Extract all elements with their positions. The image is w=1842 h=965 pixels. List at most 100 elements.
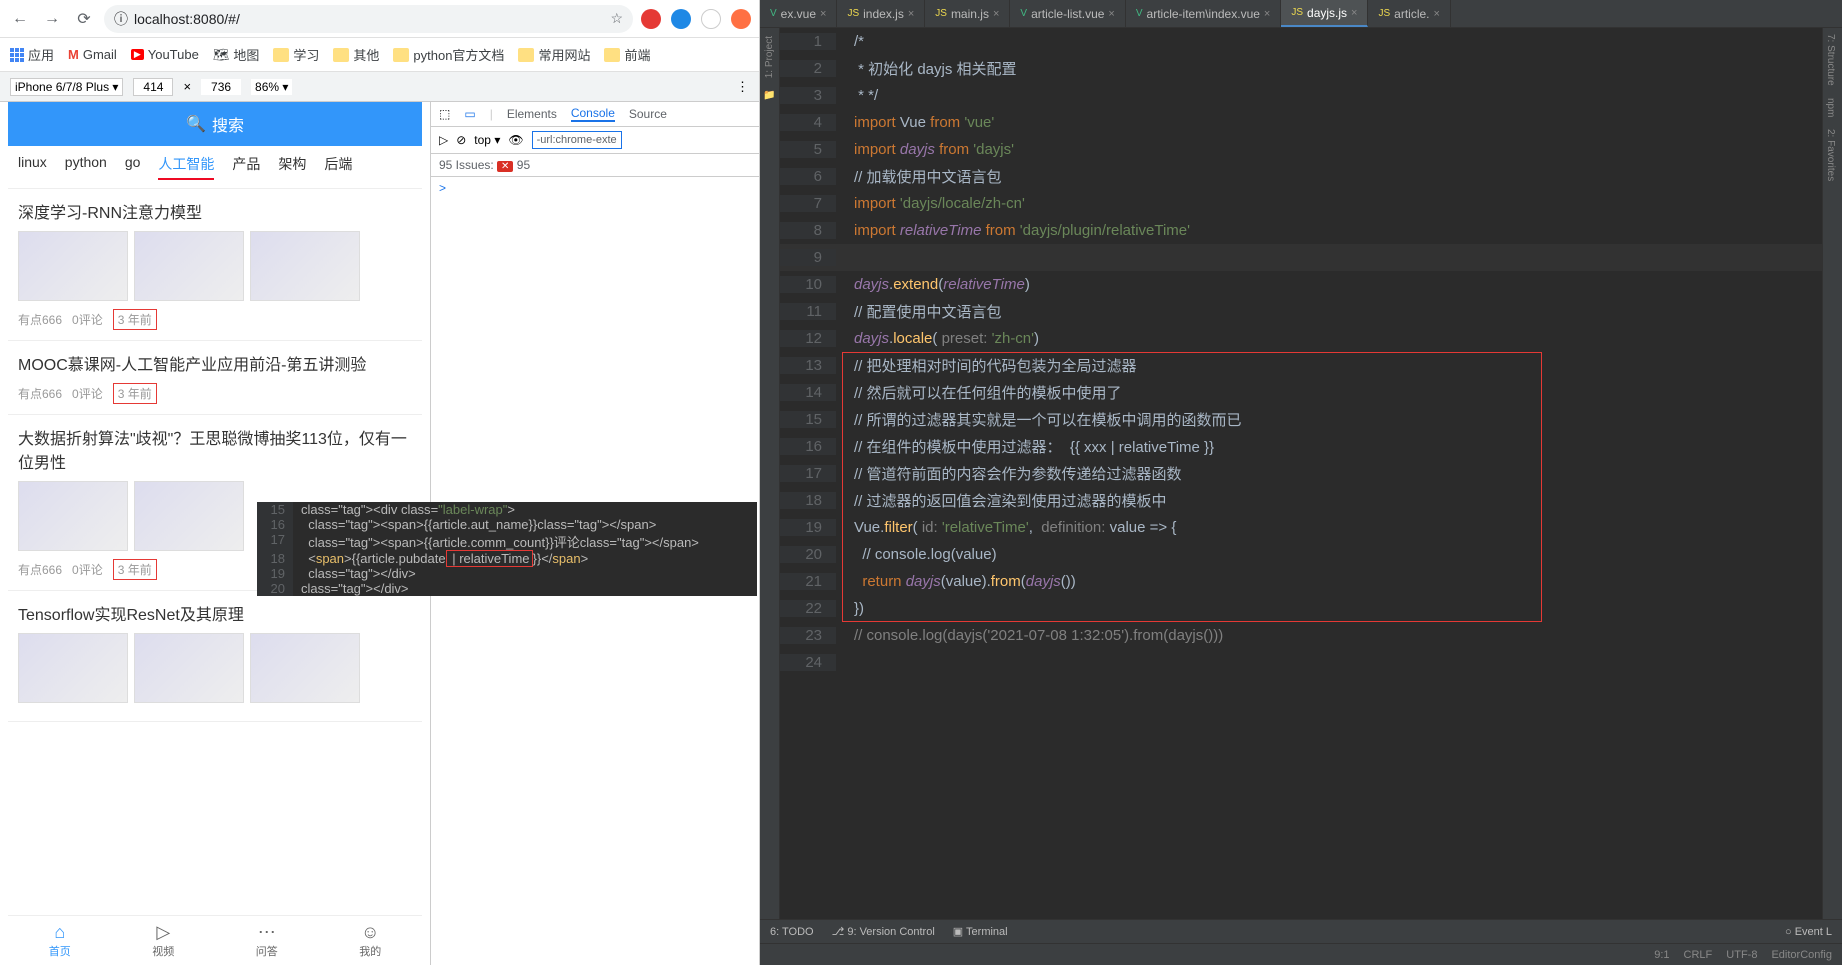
bookmark-5[interactable]: 其他 — [333, 45, 379, 64]
article-item[interactable]: 深度学习-RNN注意力模型有点6660评论3 年前 — [8, 189, 422, 341]
bookmark-1[interactable]: MGmail — [68, 47, 117, 62]
tab-sources[interactable]: Source — [629, 107, 667, 121]
editorconfig[interactable]: EditorConfig — [1771, 949, 1832, 961]
rail-npm[interactable]: npm — [1823, 92, 1838, 123]
thumb-image — [250, 633, 360, 703]
ide-tab-article-list.vue[interactable]: Varticle-list.vue× — [1010, 0, 1125, 27]
tab-linux[interactable]: linux — [18, 154, 47, 180]
search-icon: 🔍 — [186, 114, 206, 134]
tab-python[interactable]: python — [65, 154, 107, 180]
tool-vc[interactable]: ⎇ 9: Version Control — [832, 925, 935, 938]
tool-eventlog[interactable]: ○ Event L — [1785, 926, 1832, 938]
rail-folder-icon[interactable]: 📁 — [763, 86, 775, 105]
article-item[interactable]: Tensorflow实现ResNet及其原理 — [8, 591, 422, 722]
nav-首页[interactable]: ⌂首页 — [8, 916, 112, 965]
eye-icon[interactable]: 👁 — [508, 133, 523, 147]
devtools-tabs: ⬚ ▭ | Elements Console Source — [431, 102, 759, 127]
ide-tab-article.[interactable]: JSarticle.× — [1368, 0, 1450, 27]
ide-tab-ex.vue[interactable]: Vex.vue× — [760, 0, 837, 27]
tab-架构[interactable]: 架构 — [278, 154, 306, 180]
close-icon[interactable]: × — [1434, 8, 1440, 20]
thumb-image — [18, 633, 128, 703]
bookmark-0[interactable]: 应用 — [10, 45, 54, 64]
encoding[interactable]: UTF-8 — [1726, 949, 1757, 961]
filter-input[interactable]: -url:chrome-exte — [532, 131, 622, 149]
dim-width[interactable]: 414 — [133, 78, 173, 96]
nav-问答[interactable]: ⋯问答 — [215, 916, 319, 965]
bookmark-8[interactable]: 前端 — [604, 45, 650, 64]
scope-select[interactable]: top ▾ — [474, 133, 500, 147]
back-button[interactable]: ← — [8, 7, 32, 31]
bookmark-7[interactable]: 常用网站 — [518, 45, 590, 64]
bookmark-4[interactable]: 学习 — [273, 45, 319, 64]
tool-terminal[interactable]: ▣ Terminal — [953, 925, 1008, 938]
ide-editor-tabs: Vex.vue×JSindex.js×JSmain.js×Varticle-li… — [760, 0, 1842, 28]
ext-icon-4[interactable] — [731, 9, 751, 29]
zoom-select[interactable]: 86% ▾ — [251, 79, 292, 95]
thumb-image — [134, 633, 244, 703]
ext-icon-2[interactable] — [671, 9, 691, 29]
article-item[interactable]: MOOC慕课网-人工智能产业应用前沿-第五讲测验有点6660评论3 年前 — [8, 341, 422, 415]
article-meta: 有点6660评论3 年前 — [18, 383, 412, 404]
rail-structure[interactable]: 7: Structure — [1823, 28, 1838, 92]
reload-button[interactable]: ⟳ — [72, 7, 96, 31]
star-icon[interactable]: ☆ — [610, 10, 623, 27]
dim-height: 736 — [201, 79, 241, 95]
tab-后端[interactable]: 后端 — [324, 154, 352, 180]
rail-project[interactable]: 1: Project — [764, 32, 775, 82]
code-editor[interactable]: 1/*2 * 初始化 dayjs 相关配置3 * */4import Vue f… — [780, 28, 1822, 919]
category-tabs: linux python go 人工智能产品架构后端 — [8, 146, 422, 189]
issues-bar[interactable]: 95 Issues: ✕ 95 — [431, 154, 759, 177]
thumb-image — [134, 481, 244, 551]
tool-todo[interactable]: 6: TODO — [770, 926, 814, 938]
console-prompt[interactable]: > — [431, 177, 759, 199]
line-sep[interactable]: CRLF — [1684, 949, 1713, 961]
bookmark-6[interactable]: python官方文档 — [393, 45, 504, 64]
ide-tab-main.js[interactable]: JSmain.js× — [925, 0, 1010, 27]
article-thumbs — [18, 633, 412, 703]
thumb-image — [18, 231, 128, 301]
tab-elements[interactable]: Elements — [507, 107, 557, 121]
tab-人工智能[interactable]: 人工智能 — [158, 154, 214, 180]
close-icon[interactable]: × — [993, 8, 999, 20]
ext-icon-1[interactable] — [641, 9, 661, 29]
article-title: Tensorflow实现ResNet及其原理 — [18, 601, 412, 625]
tab-console[interactable]: Console — [571, 106, 615, 122]
kebab-icon[interactable]: ⋮ — [736, 79, 749, 95]
close-icon[interactable]: × — [1264, 8, 1270, 20]
ext-icon-3[interactable] — [701, 9, 721, 29]
forward-button[interactable]: → — [40, 7, 64, 31]
search-bar[interactable]: 🔍 搜索 — [8, 102, 422, 146]
tab-产品[interactable]: 产品 — [232, 154, 260, 180]
bookmark-2[interactable]: ▶YouTube — [131, 47, 199, 62]
nav-我的[interactable]: ☺我的 — [319, 916, 423, 965]
clear-icon[interactable]: ⊘ — [456, 133, 466, 147]
ide-tab-article-item\index.vue[interactable]: Varticle-item\index.vue× — [1126, 0, 1282, 27]
article-title: MOOC慕课网-人工智能产业应用前沿-第五讲测验 — [18, 351, 412, 375]
nav-视频[interactable]: ▷视频 — [112, 916, 216, 965]
device-select[interactable]: iPhone 6/7/8 Plus ▾ — [10, 78, 123, 96]
play-icon[interactable]: ▷ — [439, 133, 448, 147]
thumb-image — [18, 481, 128, 551]
close-icon[interactable]: × — [820, 8, 826, 20]
omnibox[interactable]: ⓘ localhost:8080/#/ ☆ — [104, 5, 633, 33]
tab-go[interactable]: go — [125, 154, 141, 180]
dim-x: × — [183, 79, 191, 94]
close-icon[interactable]: × — [1108, 8, 1114, 20]
inspect-icon[interactable]: ⬚ — [439, 107, 450, 121]
article-thumbs — [18, 231, 412, 301]
bookmark-3[interactable]: 🗺地图 — [213, 45, 260, 64]
bottom-nav: ⌂首页▷视频⋯问答☺我的 — [8, 915, 422, 965]
device-mode-icon[interactable]: ▭ — [464, 107, 475, 121]
article-meta: 有点6660评论3 年前 — [18, 309, 412, 330]
cursor-pos: 9:1 — [1654, 949, 1669, 961]
close-icon[interactable]: × — [908, 8, 914, 20]
thumb-image — [250, 231, 360, 301]
close-icon[interactable]: × — [1351, 7, 1357, 19]
chrome-browser: ← → ⟳ ⓘ localhost:8080/#/ ☆ 应用 MGmail ▶You… — [0, 0, 760, 965]
ide-left-rail: 1: Project 📁 — [760, 28, 780, 919]
ide-tab-index.js[interactable]: JSindex.js× — [837, 0, 925, 27]
bookmarks-bar: 应用 MGmail ▶YouTube 🗺地图学习其他 python官方文档常用网站前端 — [0, 38, 759, 72]
ide-tab-dayjs.js[interactable]: JSdayjs.js× — [1281, 0, 1368, 27]
rail-favorites[interactable]: 2: Favorites — [1823, 123, 1838, 187]
